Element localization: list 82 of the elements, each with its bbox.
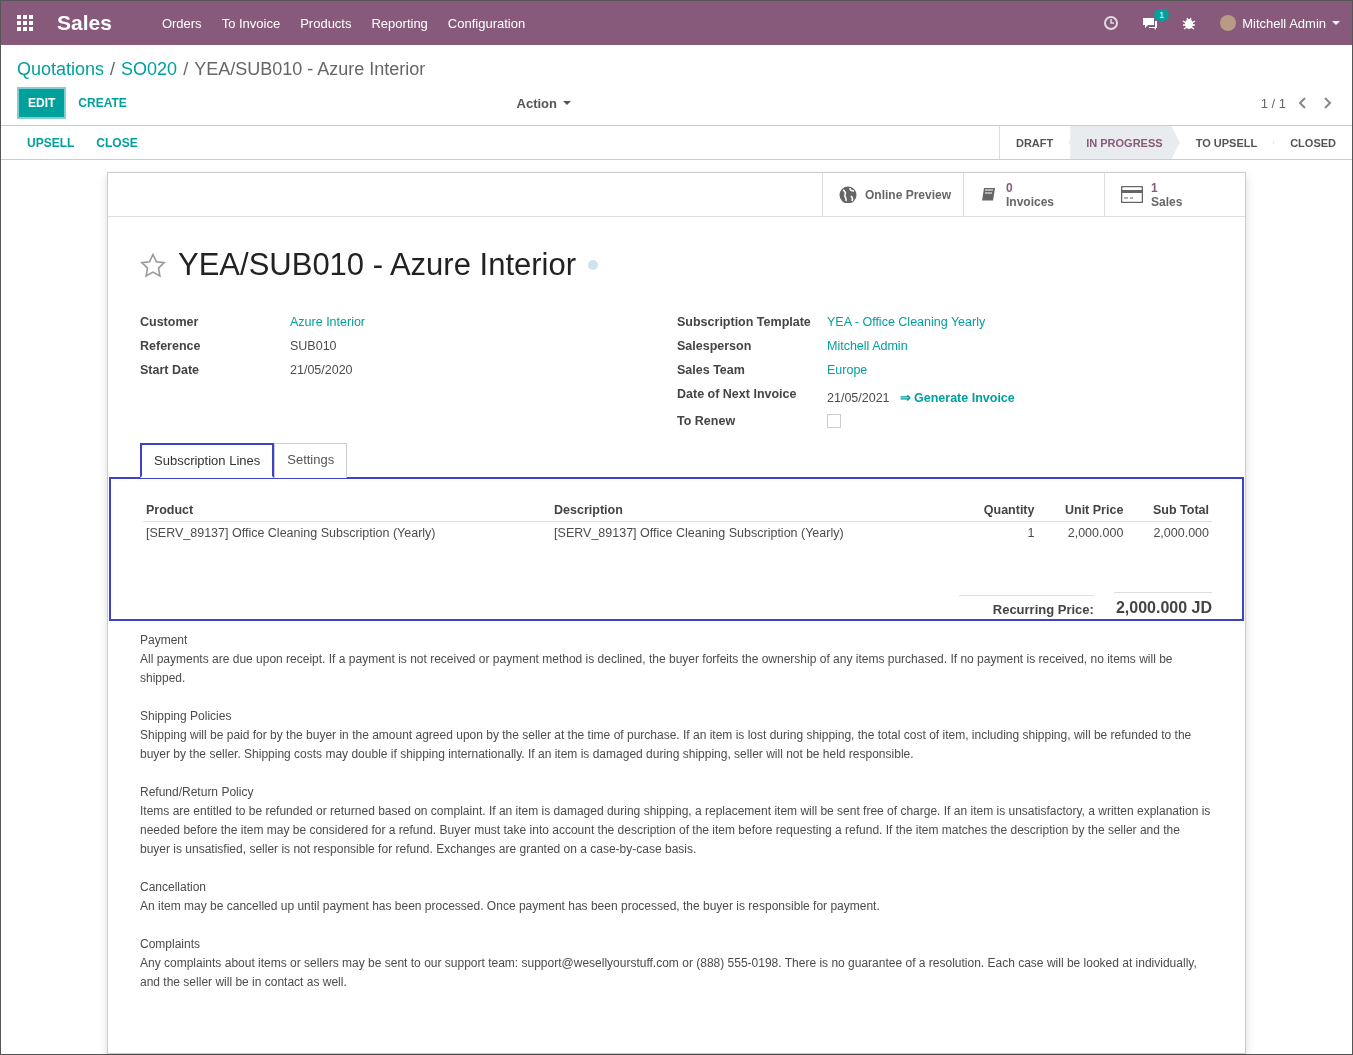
table-cell: [SERV_89137] Office Cleaning Subscription (Yearly) (143, 521, 552, 544)
pager-value: 1 / 1 (1260, 95, 1286, 111)
status-stage[interactable]: DRAFT (999, 126, 1071, 159)
status-dot-icon (588, 260, 599, 270)
terms-paragraph: Any complaints about items or sellers may be sent to our support team: support@wesellyourstuff.com or (888) 555-0198. There is no guarantee of a resolution. Each case will be looked at individually, and the seller will be in contact as well. (140, 955, 1198, 991)
globe-icon (839, 186, 857, 203)
field-label: Reference (140, 339, 202, 355)
table-cell: 2,000.000 (1126, 521, 1212, 544)
field-value: 21/05/2021 (827, 391, 890, 405)
user-menu[interactable]: Mitchell Admin (1220, 15, 1340, 31)
terms-heading: Cancellation (140, 879, 208, 896)
apps-menu-icon[interactable] (17, 15, 33, 31)
field-label: To Renew (677, 414, 737, 430)
column-header: Quantity (959, 499, 1038, 522)
status-stage[interactable]: CLOSED (1274, 126, 1352, 159)
terms-paragraph: Shipping will be paid for by the buyer in the amount agreed upon by the seller at the time of purchase. If an item is lost during shipping, the total cost of item, including shipping, will be refunded to the buyer by the seller. Shipping costs may double if shipping internationally. If an item is damaged during shipping, seller will not be held responsible. (140, 727, 1193, 763)
menu-item[interactable]: Reporting (361, 15, 438, 31)
breadcrumb-separator: / (110, 58, 116, 80)
smart-button[interactable]: 1 Sales (1104, 173, 1245, 216)
field-link[interactable]: YEA - Office Cleaning Yearly (827, 315, 986, 329)
next-icon[interactable] (1323, 97, 1332, 109)
field-label: Start Date (140, 363, 201, 379)
tab[interactable]: Subscription Lines (140, 443, 275, 478)
checkbox[interactable] (827, 414, 841, 428)
create-button[interactable]: CREATE (78, 96, 127, 110)
breadcrumb-separator: / (183, 58, 189, 80)
total-label: Recurring Price: (958, 595, 1094, 617)
notification-badge: 1 (1154, 8, 1170, 21)
record-title: YEA/SUB010 - Azure Interior (178, 247, 577, 283)
status-stage[interactable]: IN PROGRESS (1070, 126, 1180, 159)
caret-icon (1332, 21, 1340, 25)
terms-heading: Shipping Policies (140, 708, 233, 725)
bug-icon[interactable] (1182, 15, 1197, 31)
chat-icon[interactable] (1142, 15, 1159, 31)
terms-paragraph: An item may be cancelled up until payment has been processed. Once payment has been processed, the buyer is responsible for payment. (140, 898, 881, 915)
terms-heading: Payment (140, 632, 189, 649)
field-value: 21/05/2020 (290, 363, 353, 379)
menu-item[interactable]: Orders (151, 15, 212, 31)
caret-icon (562, 101, 571, 105)
field-value: SUB010 (290, 339, 337, 355)
header-button[interactable]: CLOSE (96, 135, 138, 150)
menu-item[interactable]: To Invoice (211, 15, 291, 31)
previous-icon[interactable] (1298, 97, 1307, 109)
tab[interactable]: Settings (274, 443, 348, 478)
smart-button[interactable]: 0 Invoices (963, 173, 1104, 216)
credit-card-icon (1121, 186, 1143, 203)
breadcrumb-current: YEA/SUB010 - Azure Interior (194, 58, 426, 80)
avatar (1220, 15, 1237, 31)
edit-button[interactable]: EDIT (17, 87, 67, 119)
terms-heading: Complaints (140, 936, 202, 953)
app-title[interactable]: Sales (57, 11, 112, 35)
column-header: Sub Total (1126, 499, 1212, 522)
field-link[interactable]: Azure Interior (290, 315, 366, 331)
clock-icon[interactable] (1104, 16, 1119, 30)
field-link[interactable]: Mitchell Admin (827, 339, 908, 353)
smart-button[interactable]: Online Preview (822, 173, 963, 216)
menu-item[interactable]: Products (290, 15, 362, 31)
star-icon[interactable] (140, 252, 166, 278)
terms-heading: Refund/Return Policy (140, 784, 255, 801)
terms-paragraph: Items are entitled to be refunded or returned based on complaint. If an item is damaged during shipping, a replacement item will be sent free of charge. If an item is unsatisfactory, a written explanation is needed before the item may be considered for a refund. Buyer must take into account the description of the item before requesting a refund. If the item matches the description by the seller and the buyer is unsatisfied, seller is not responsible for refund. Exchanges are granted on a case-by-case basis. (140, 803, 1212, 858)
breadcrumb-link[interactable]: Quotations (17, 58, 105, 80)
field-link[interactable]: Europe (827, 363, 868, 377)
book-icon (980, 186, 998, 203)
column-header: Description (551, 499, 960, 522)
column-header: Unit Price (1037, 499, 1127, 522)
field-label: Salesperson (677, 339, 753, 355)
total-value: 2,000.000 JD (1113, 592, 1212, 617)
generate-invoice-link[interactable]: ⇒ Generate Invoice (899, 391, 1015, 405)
breadcrumb-link[interactable]: SO020 (121, 58, 178, 80)
field-label: Sales Team (677, 363, 746, 379)
table-cell: 2,000.000 (1037, 521, 1127, 544)
table-cell: 1 (959, 521, 1038, 544)
terms-paragraph: All payments are due upon receipt. If a payment is not received or payment method is declined, the buyer forfeits the ownership of any items purchased. If no payment is received, no items will be shipped. (140, 651, 1174, 687)
field-label: Customer (140, 315, 200, 331)
action-dropdown[interactable]: Action (516, 95, 571, 111)
field-label: Subscription Template (677, 315, 812, 331)
column-header: Product (143, 499, 552, 522)
header-button[interactable]: UPSELL (27, 135, 75, 150)
field-label: Date of Next Invoice (677, 387, 798, 403)
menu-item[interactable]: Configuration (437, 15, 536, 31)
table-cell: [SERV_89137] Office Cleaning Subscription (Yearly) (551, 521, 960, 544)
status-stage[interactable]: TO UPSELL (1179, 126, 1275, 159)
